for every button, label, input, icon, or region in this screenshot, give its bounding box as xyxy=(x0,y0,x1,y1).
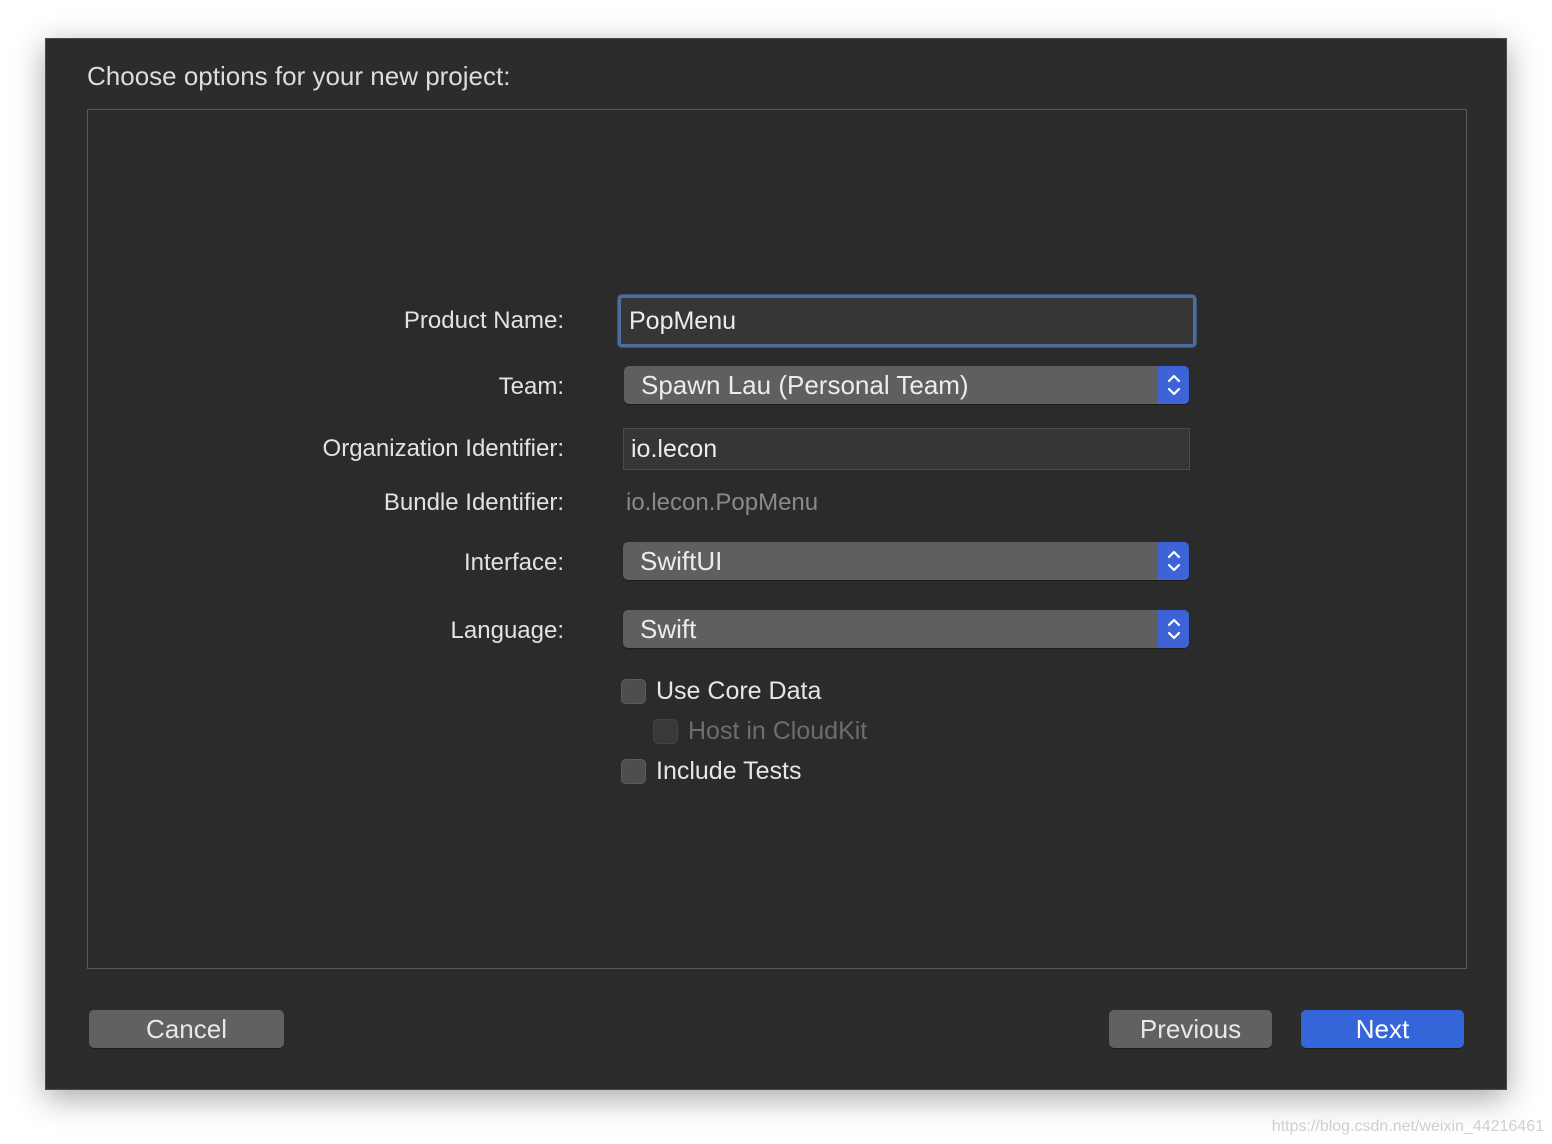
host-in-cloudkit-checkbox xyxy=(653,718,678,744)
include-tests-checkbox[interactable] xyxy=(621,758,646,784)
new-project-sheet: Choose options for your new project: Pro… xyxy=(45,38,1507,1090)
language-popup-value: Swift xyxy=(640,614,697,644)
organization-identifier-field[interactable]: io.lecon xyxy=(623,428,1190,470)
cancel-button[interactable]: Cancel xyxy=(89,1010,284,1048)
chevron-up-down-icon xyxy=(1158,610,1189,648)
host-in-cloudkit-option: Host in CloudKit xyxy=(653,715,867,747)
team-popup[interactable]: Spawn Lau (Personal Team) xyxy=(624,366,1189,404)
options-panel: Product Name: PopMenu Team: Spawn Lau (P… xyxy=(87,109,1467,969)
bundle-identifier-label: Bundle Identifier: xyxy=(383,489,564,516)
include-tests-label: Include Tests xyxy=(656,756,802,785)
chevron-up-down-icon xyxy=(1158,366,1189,404)
use-core-data-option[interactable]: Use Core Data xyxy=(621,675,821,707)
use-core-data-checkbox[interactable] xyxy=(621,678,646,704)
product-name-field[interactable]: PopMenu xyxy=(618,295,1196,347)
watermark: https://blog.csdn.net/weixin_44216461 xyxy=(1271,1118,1544,1135)
team-label: Team: xyxy=(498,373,564,400)
chevron-up-down-icon xyxy=(1158,542,1189,580)
team-popup-value: Spawn Lau (Personal Team) xyxy=(641,370,969,400)
host-in-cloudkit-label: Host in CloudKit xyxy=(688,716,868,745)
bundle-identifier-value: io.lecon.PopMenu xyxy=(626,489,819,516)
product-name-label: Product Name: xyxy=(403,307,564,334)
interface-popup[interactable]: SwiftUI xyxy=(623,542,1189,580)
previous-button[interactable]: Previous xyxy=(1109,1010,1272,1048)
sheet-title: Choose options for your new project: xyxy=(87,61,511,91)
language-popup[interactable]: Swift xyxy=(623,610,1189,648)
interface-label: Interface: xyxy=(463,549,564,576)
organization-identifier-label: Organization Identifier: xyxy=(322,435,564,462)
language-label: Language: xyxy=(450,617,564,644)
use-core-data-label: Use Core Data xyxy=(656,676,822,705)
next-button[interactable]: Next xyxy=(1301,1010,1464,1048)
interface-popup-value: SwiftUI xyxy=(640,546,723,576)
include-tests-option[interactable]: Include Tests xyxy=(621,755,801,787)
